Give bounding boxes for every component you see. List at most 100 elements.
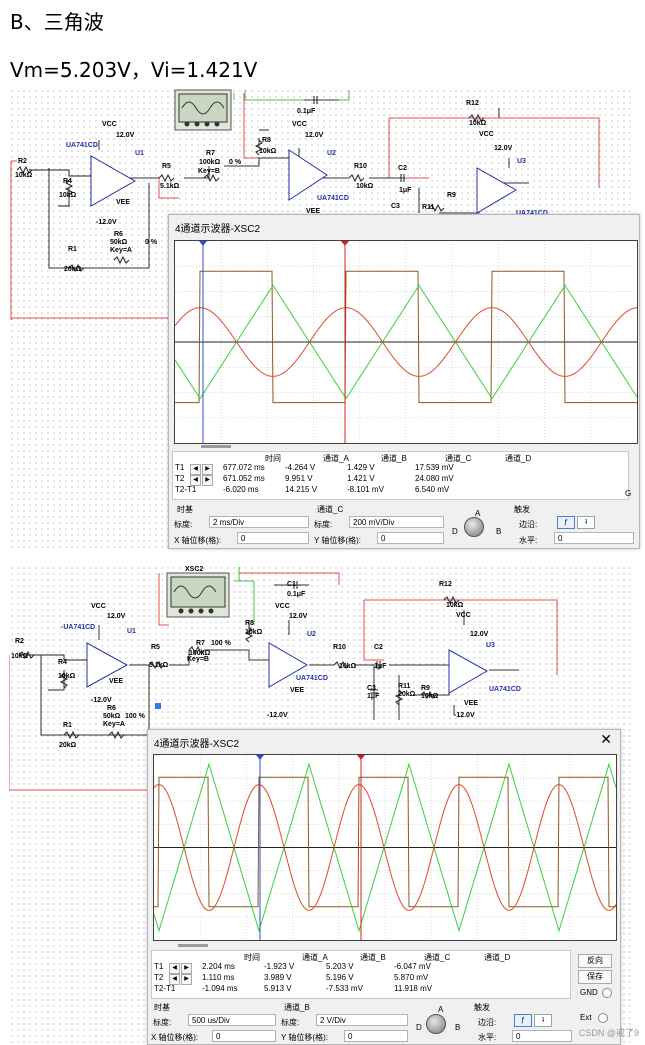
schematic-label: R4 [58, 659, 67, 666]
table-header: 通道_B [381, 454, 407, 463]
schematic-label: -12.0V [267, 712, 288, 719]
schematic-label: 10kΩ [356, 183, 374, 190]
knob-label-b: B [496, 527, 502, 536]
y-position-field[interactable]: 0 [377, 532, 444, 544]
resize-grip[interactable] [201, 445, 231, 448]
schematic-label: U2 [327, 150, 336, 157]
schematic-label: 1μF [399, 187, 412, 194]
reverse-button[interactable]: 反向 [578, 954, 612, 968]
schematic-label: -UA741CD [61, 624, 96, 631]
resize-grip[interactable] [178, 944, 208, 947]
schematic-label: -12.0V [454, 712, 475, 719]
schematic-label: 0.1μF [287, 591, 306, 598]
y-position-field[interactable]: 0 [344, 1030, 408, 1042]
schematic-label: R1 [68, 246, 77, 253]
save-button[interactable]: 保存 [578, 970, 612, 984]
falling-edge-button[interactable]: ʇ [577, 516, 595, 529]
channel-scale-field[interactable]: 200 mV/Div [349, 516, 444, 528]
channel-selector-knob[interactable] [464, 517, 484, 537]
table-row-label: T2 [175, 474, 185, 483]
schematic-label: UA741CD [489, 686, 521, 693]
schematic-label: U3 [486, 642, 495, 649]
gnd-radio[interactable] [602, 988, 612, 998]
timebase-scale-field[interactable]: 2 ms/Div [209, 516, 309, 528]
schematic-label: R5 [162, 163, 171, 170]
schematic-label: R12 [466, 100, 479, 107]
schematic-label: UA741CD [317, 195, 349, 202]
schematic-label: Key=B [198, 168, 220, 175]
close-icon[interactable]: ✕ [600, 731, 612, 748]
window-title: 4通道示波器-XSC2 [154, 739, 240, 750]
schematic-label: 50kΩ [110, 239, 128, 246]
knob-label-d: D [452, 527, 458, 536]
cursor-t1-handle [199, 241, 207, 246]
oscilloscope-screen[interactable] [174, 240, 638, 444]
schematic-label: C3 [391, 203, 400, 210]
ext-label: Ext [580, 1013, 592, 1022]
trigger-level-field[interactable]: 0 [554, 532, 634, 544]
table-row-label: T1 [175, 463, 185, 472]
oscilloscope-screen[interactable] [153, 754, 617, 941]
table-cell: 9.951 V [285, 474, 313, 483]
schematic-label: R4 [63, 178, 72, 185]
waveform-display [153, 755, 617, 940]
table-cell: -6.047 mV [394, 962, 431, 971]
schematic-label: C2 [398, 165, 407, 172]
oscilloscope-window-1[interactable]: 4通道示波器-XSC2 时间 通道_A 通道_B 通道_C 通道_D T1 ◀ ▶ 677.07… [168, 214, 640, 549]
table-row-label: T2-T1 [154, 984, 176, 993]
knob-label-d: D [416, 1023, 422, 1032]
schematic-label: -12.0V [91, 697, 112, 704]
x-position-field[interactable]: 0 [237, 532, 309, 544]
knob-label-b: B [455, 1023, 461, 1032]
table-cell: 3.989 V [264, 973, 292, 982]
rising-edge-button[interactable]: ƒ [514, 1014, 532, 1027]
trigger-level-field[interactable]: 0 [512, 1030, 572, 1042]
schematic-label: 0.1μF [297, 108, 316, 115]
schematic-label: 50kΩ [103, 713, 121, 720]
table-cell: 11.918 mV [394, 984, 433, 993]
timebase-label: 时基 [177, 505, 193, 514]
channel-scale-field[interactable]: 2 V/Div [316, 1014, 408, 1026]
channel-label: 通道_C [317, 505, 344, 514]
schematic-label: 10kΩ [469, 120, 487, 127]
schematic-label: VEE [116, 199, 131, 206]
edge-label: 边沿: [478, 1018, 497, 1027]
cursor-t1-handle [256, 755, 264, 760]
schematic-label: 12.0V [470, 631, 489, 638]
schematic-label: 10kΩ [59, 192, 77, 199]
channel-selector-knob[interactable] [426, 1014, 446, 1034]
scale-label: 标度: [174, 520, 193, 529]
timebase-scale-field[interactable]: 500 us/Div [188, 1014, 276, 1026]
table-cell: 1.429 V [347, 463, 375, 472]
schematic-label: VEE [464, 700, 479, 707]
section-heading: B、三角波 [10, 10, 104, 34]
schematic-label: 100 % [211, 640, 231, 647]
cursor-right-arrow-icon[interactable]: ▶ [202, 475, 213, 486]
cursor-right-arrow-icon[interactable]: ▶ [181, 974, 192, 985]
table-cell: -8.101 mV [347, 485, 384, 494]
trigger-label: 触发 [514, 505, 530, 514]
schematic-label: R2 [18, 158, 27, 165]
schematic-label: VCC [456, 612, 471, 619]
x-position-field[interactable]: 0 [212, 1030, 276, 1042]
ext-radio[interactable] [598, 1013, 608, 1023]
table-cell: -7.533 mV [326, 984, 363, 993]
schematic-label: 100 % [125, 713, 145, 720]
schematic-label: Key=A [110, 247, 132, 254]
rising-edge-button[interactable]: ƒ [557, 516, 575, 529]
table-cell: 6.540 mV [415, 485, 450, 494]
knob-label-a: A [475, 509, 481, 518]
table-cell: 17.539 mV [415, 463, 454, 472]
schematic-label: 1μF [374, 663, 387, 670]
schematic-label: 20kΩ [64, 266, 82, 273]
timebase-label: 时基 [154, 1003, 170, 1012]
cursor-measurement-table: 时间 通道_A 通道_B 通道_C 通道_D T1 ◀ ▶ 677.072 ms -4.264 V… [172, 451, 629, 500]
schematic-label: 10kΩ [259, 148, 277, 155]
oscilloscope-window-2[interactable]: 4通道示波器-XSC2 ✕ 时间 通道_A 通道_B 通道_C 通道_D T1 ◀ ▶ 2.20… [147, 729, 621, 1045]
table-cell: 5.203 V [326, 962, 354, 971]
schematic-label: R11 [422, 204, 435, 211]
channel-scale-label: 标度: [281, 1018, 300, 1027]
table-row-label: T2-T1 [175, 485, 197, 494]
watermark: CSDN @戒了9 [578, 1028, 639, 1038]
falling-edge-button[interactable]: ʇ [534, 1014, 552, 1027]
